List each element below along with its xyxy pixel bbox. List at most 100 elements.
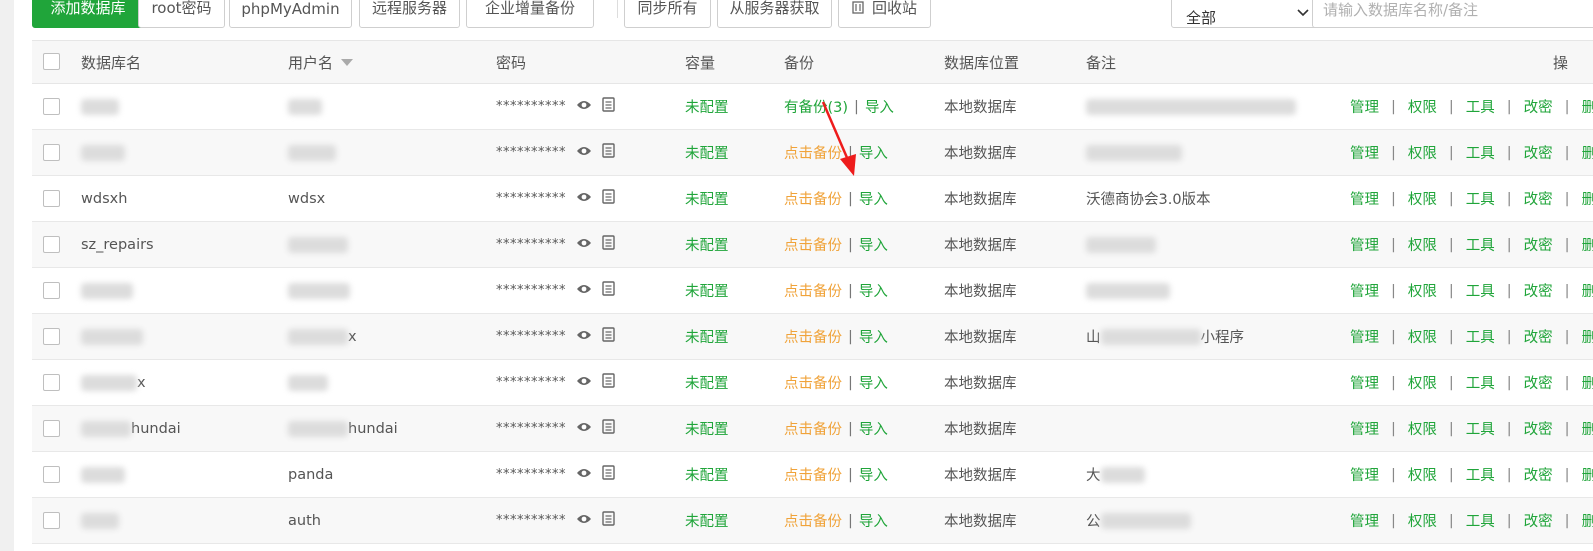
header-username[interactable]: 用户名 <box>288 41 354 83</box>
tools-link[interactable]: 工具 <box>1466 464 1495 485</box>
copy-icon[interactable] <box>602 465 615 484</box>
import-link[interactable]: 导入 <box>859 234 888 255</box>
capacity-status[interactable]: 未配置 <box>685 314 729 359</box>
recycle-bin-button[interactable]: 回收站 <box>838 0 931 28</box>
tools-link[interactable]: 工具 <box>1466 326 1495 347</box>
capacity-status[interactable]: 未配置 <box>685 222 729 267</box>
database-note[interactable] <box>1086 84 1296 129</box>
backup-link[interactable]: 点击备份 <box>784 326 842 347</box>
eye-icon[interactable] <box>576 329 592 345</box>
backup-link[interactable]: 点击备份 <box>784 510 842 531</box>
eye-icon[interactable] <box>576 283 592 299</box>
capacity-status[interactable]: 未配置 <box>685 406 729 451</box>
import-link[interactable]: 导入 <box>859 464 888 485</box>
root-password-button[interactable]: root密码 <box>138 0 225 28</box>
row-checkbox[interactable] <box>43 281 60 299</box>
delete-link[interactable]: 删 <box>1582 326 1593 347</box>
change-password-link[interactable]: 改密 <box>1524 372 1553 393</box>
row-checkbox[interactable] <box>43 189 60 207</box>
permissions-link[interactable]: 权限 <box>1408 188 1437 209</box>
import-link[interactable]: 导入 <box>859 418 888 439</box>
permissions-link[interactable]: 权限 <box>1408 326 1437 347</box>
tools-link[interactable]: 工具 <box>1466 280 1495 301</box>
manage-link[interactable]: 管理 <box>1350 372 1379 393</box>
permissions-link[interactable]: 权限 <box>1408 280 1437 301</box>
phpmyadmin-button[interactable]: phpMyAdmin <box>229 0 352 28</box>
select-all-checkbox[interactable] <box>43 53 60 70</box>
backup-link[interactable]: 有备份(3) <box>784 96 848 117</box>
delete-link[interactable]: 删 <box>1582 234 1593 255</box>
sync-all-button[interactable]: 同步所有 <box>624 0 711 28</box>
backup-link[interactable]: 点击备份 <box>784 142 842 163</box>
eye-icon[interactable] <box>576 237 592 253</box>
import-link[interactable]: 导入 <box>859 326 888 347</box>
database-note[interactable] <box>1086 130 1182 175</box>
backup-link[interactable]: 点击备份 <box>784 280 842 301</box>
change-password-link[interactable]: 改密 <box>1524 188 1553 209</box>
change-password-link[interactable]: 改密 <box>1524 234 1553 255</box>
tools-link[interactable]: 工具 <box>1466 234 1495 255</box>
remote-server-button[interactable]: 远程服务器 <box>359 0 460 28</box>
database-search-input[interactable] <box>1312 0 1593 28</box>
capacity-status[interactable]: 未配置 <box>685 360 729 405</box>
copy-icon[interactable] <box>602 419 615 438</box>
eye-icon[interactable] <box>576 191 592 207</box>
delete-link[interactable]: 删 <box>1582 464 1593 485</box>
eye-icon[interactable] <box>576 513 592 529</box>
permissions-link[interactable]: 权限 <box>1408 510 1437 531</box>
tools-link[interactable]: 工具 <box>1466 418 1495 439</box>
permissions-link[interactable]: 权限 <box>1408 372 1437 393</box>
row-checkbox[interactable] <box>43 327 60 345</box>
manage-link[interactable]: 管理 <box>1350 188 1379 209</box>
database-note[interactable] <box>1086 268 1170 313</box>
manage-link[interactable]: 管理 <box>1350 464 1379 485</box>
copy-icon[interactable] <box>602 511 615 530</box>
capacity-status[interactable]: 未配置 <box>685 176 729 221</box>
filter-select[interactable]: 全部 <box>1171 0 1320 28</box>
copy-icon[interactable] <box>602 373 615 392</box>
change-password-link[interactable]: 改密 <box>1524 326 1553 347</box>
delete-link[interactable]: 删 <box>1582 510 1593 531</box>
permissions-link[interactable]: 权限 <box>1408 464 1437 485</box>
tools-link[interactable]: 工具 <box>1466 372 1495 393</box>
eye-icon[interactable] <box>576 145 592 161</box>
permissions-link[interactable]: 权限 <box>1408 418 1437 439</box>
eye-icon[interactable] <box>576 375 592 391</box>
permissions-link[interactable]: 权限 <box>1408 96 1437 117</box>
permissions-link[interactable]: 权限 <box>1408 142 1437 163</box>
eye-icon[interactable] <box>576 421 592 437</box>
backup-link[interactable]: 点击备份 <box>784 372 842 393</box>
import-link[interactable]: 导入 <box>859 280 888 301</box>
database-note[interactable]: 沃德商协会3.0版本 <box>1086 176 1211 221</box>
row-checkbox[interactable] <box>43 465 60 483</box>
copy-icon[interactable] <box>602 143 615 162</box>
row-checkbox[interactable] <box>43 419 60 437</box>
tools-link[interactable]: 工具 <box>1466 142 1495 163</box>
capacity-status[interactable]: 未配置 <box>685 130 729 175</box>
manage-link[interactable]: 管理 <box>1350 510 1379 531</box>
row-checkbox[interactable] <box>43 373 60 391</box>
import-link[interactable]: 导入 <box>859 188 888 209</box>
add-database-button[interactable]: 添加数据库 <box>32 0 144 28</box>
manage-link[interactable]: 管理 <box>1350 142 1379 163</box>
backup-link[interactable]: 点击备份 <box>784 464 842 485</box>
delete-link[interactable]: 删 <box>1582 96 1593 117</box>
sort-caret-icon[interactable] <box>341 58 354 66</box>
row-checkbox[interactable] <box>43 97 60 115</box>
tools-link[interactable]: 工具 <box>1466 510 1495 531</box>
capacity-status[interactable]: 未配置 <box>685 84 729 129</box>
enterprise-incremental-backup-button[interactable]: 企业增量备份 <box>466 0 594 28</box>
tools-link[interactable]: 工具 <box>1466 96 1495 117</box>
copy-icon[interactable] <box>602 281 615 300</box>
copy-icon[interactable] <box>602 189 615 208</box>
backup-link[interactable]: 点击备份 <box>784 188 842 209</box>
backup-link[interactable]: 点击备份 <box>784 418 842 439</box>
permissions-link[interactable]: 权限 <box>1408 234 1437 255</box>
row-checkbox[interactable] <box>43 511 60 529</box>
tools-link[interactable]: 工具 <box>1466 188 1495 209</box>
capacity-status[interactable]: 未配置 <box>685 452 729 497</box>
change-password-link[interactable]: 改密 <box>1524 142 1553 163</box>
delete-link[interactable]: 删 <box>1582 188 1593 209</box>
delete-link[interactable]: 删 <box>1582 418 1593 439</box>
change-password-link[interactable]: 改密 <box>1524 280 1553 301</box>
